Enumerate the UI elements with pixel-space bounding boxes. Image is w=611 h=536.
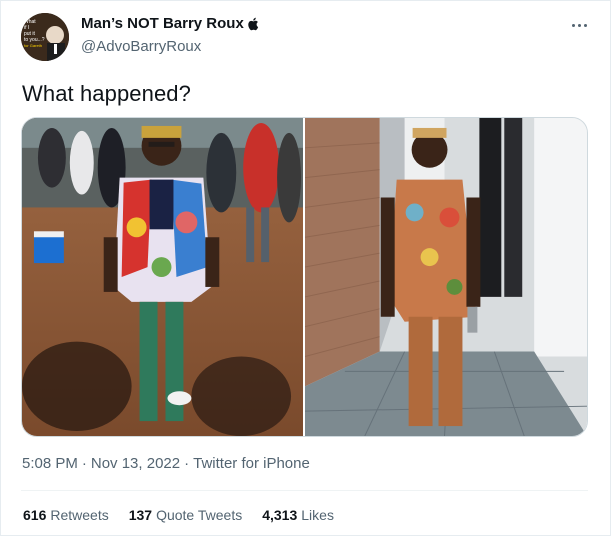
quote-tweets-count: 137 [128,507,153,523]
more-icon-dot [583,23,587,27]
meta-separator: · [81,455,87,472]
photo-corridor [305,118,587,436]
retweets-count: 616 [23,507,47,523]
avatar-image: What if I put it to you...? for Gareth [21,13,69,61]
tweet-stats: 616 Retweets 137 Quote Tweets 4,313 Like… [23,507,334,523]
media-photo-right[interactable] [305,118,587,436]
tweet-card: What if I put it to you...? for Gareth M… [0,0,611,536]
quote-tweets-label: Quote Tweets [156,507,243,523]
media-photo-left[interactable] [22,118,303,436]
svg-text:for Gareth: for Gareth [24,43,42,48]
tweet-media [21,117,588,437]
photo-outdoor-crowd [22,118,303,436]
tweet-meta: 5:08 PM · Nov 13, 2022 · Twitter for iPh… [22,455,310,472]
likes-count: 4,313 [262,507,298,523]
author-display-name[interactable]: Man’s NOT Barry Roux [81,15,244,32]
quote-tweets-stat[interactable]: 137 Quote Tweets [129,507,243,523]
more-options-button[interactable] [565,15,593,35]
likes-stat[interactable]: 4,313 Likes [262,507,334,523]
retweets-stat[interactable]: 616 Retweets [23,507,109,523]
author-handle[interactable]: @AdvoBarryRoux [81,38,201,55]
retweets-label: Retweets [50,507,109,523]
tweet-text: What happened? [22,81,191,106]
apple-icon [248,17,258,30]
meta-separator: · [184,455,190,472]
more-icon-dot [577,23,581,27]
likes-label: Likes [301,507,334,523]
tweet-time[interactable]: 5:08 PM [22,455,78,472]
tweet-source[interactable]: Twitter for iPhone [193,455,310,472]
more-icon-dot [571,23,575,27]
divider [21,490,588,491]
avatar[interactable]: What if I put it to you...? for Gareth [21,13,69,61]
tweet-date[interactable]: Nov 13, 2022 [91,455,180,472]
author-name-row[interactable]: Man’s NOT Barry Roux [81,15,260,32]
